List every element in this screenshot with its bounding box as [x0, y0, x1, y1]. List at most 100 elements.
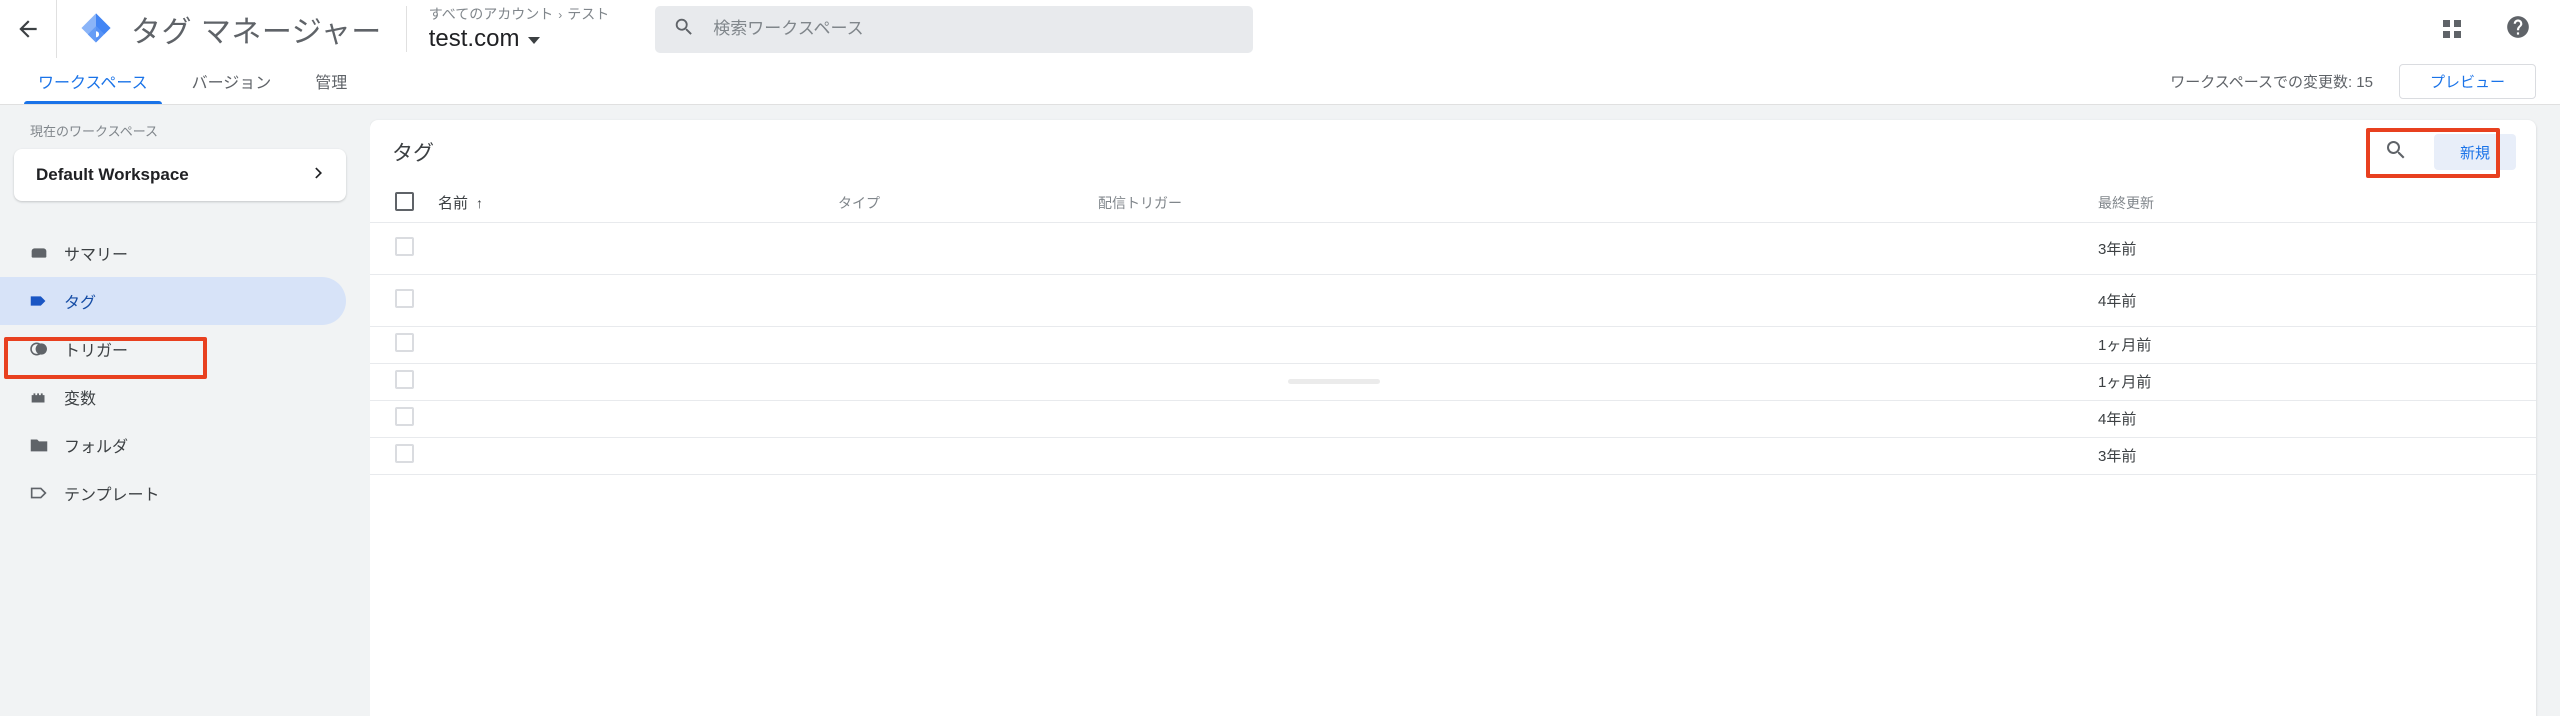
column-header-type-label: タイプ — [838, 194, 880, 211]
row-select-cell — [370, 400, 438, 437]
table-row[interactable]: 4年前 — [370, 400, 2536, 437]
cell-updated: 1ヶ月前 — [2098, 374, 2152, 391]
sidebar-item-label: トリガー — [64, 343, 129, 360]
help-circle-icon — [2505, 14, 2531, 45]
row-checkbox[interactable] — [395, 444, 414, 463]
sidebar-nav: サマリー タグ トリガー 変数 フォルダ テンプレート — [0, 229, 370, 517]
row-checkbox[interactable] — [395, 288, 414, 308]
summary-icon — [28, 242, 64, 264]
cell-trigger — [1098, 437, 2098, 474]
cell-type — [838, 326, 1098, 363]
page-body: 現在のワークスペース Default Workspace サマリー タグ トリガ… — [0, 105, 2560, 716]
preview-button[interactable]: プレビュー — [2398, 63, 2536, 99]
sidebar-item-label: 変数 — [64, 391, 97, 408]
cell-trigger — [1098, 326, 2098, 363]
cell-type — [838, 222, 1098, 274]
row-select-cell — [370, 274, 438, 326]
tag-manager-logo — [79, 12, 113, 46]
panel-header: タグ 新規 — [370, 120, 2536, 184]
cell-updated: 3年前 — [2098, 240, 2137, 258]
table-body: 3年前 4年前 1ヶ月前 1ヶ月前 4年前 3年前 — [370, 222, 2536, 474]
workspace-selector-card[interactable]: Default Workspace — [14, 149, 346, 201]
cell-trigger — [1098, 400, 2098, 437]
main-content: タグ 新規 名前 ↑ タイプ 配信トリガー 最終更新 3年前 4年前 1ヶ月前 … — [370, 105, 2560, 716]
tab-workspace-label: ワークスペース — [38, 75, 148, 92]
new-button[interactable]: 新規 — [2433, 134, 2516, 170]
column-header-trigger[interactable]: 配信トリガー — [1098, 184, 2098, 223]
row-select-cell — [370, 437, 438, 474]
table-row[interactable]: 1ヶ月前 — [370, 363, 2536, 400]
topbar-actions — [2432, 9, 2560, 49]
column-header-type[interactable]: タイプ — [838, 184, 1098, 223]
app-title: タグ マネージャー — [131, 16, 382, 49]
global-search[interactable] — [655, 5, 1254, 53]
tab-list: ワークスペース バージョン 管理 — [0, 58, 369, 104]
folder-icon — [28, 434, 64, 456]
sidebar: 現在のワークスペース Default Workspace サマリー タグ トリガ… — [0, 105, 370, 716]
account-name-text: test.com — [428, 24, 520, 52]
sidebar-item-summary[interactable]: サマリー — [0, 229, 370, 277]
select-all-cell — [370, 184, 438, 223]
tab-workspace[interactable]: ワークスペース — [16, 58, 170, 104]
sidebar-item-variable[interactable]: 変数 — [0, 373, 370, 421]
table-row[interactable]: 3年前 — [370, 222, 2536, 274]
tabbar-actions: ワークスペースでの変更数: 15 プレビュー — [2170, 58, 2560, 104]
help-button[interactable] — [2498, 9, 2538, 49]
account-selector[interactable]: すべてのアカウント › テスト test.com — [407, 0, 609, 58]
table-header-row: 名前 ↑ タイプ 配信トリガー 最終更新 — [370, 184, 2536, 223]
tab-admin[interactable]: 管理 — [293, 58, 369, 104]
column-header-updated-label: 最終更新 — [2098, 194, 2154, 211]
sidebar-item-label: タグ — [64, 295, 97, 312]
column-header-name[interactable]: 名前 ↑ — [438, 184, 838, 223]
column-header-updated[interactable]: 最終更新 — [2098, 184, 2536, 223]
select-all-checkbox[interactable] — [395, 191, 414, 211]
template-icon — [28, 482, 64, 504]
sidebar-item-template[interactable]: テンプレート — [0, 469, 370, 517]
row-checkbox[interactable] — [395, 370, 414, 389]
cell-name — [438, 326, 838, 363]
cell-name — [438, 274, 838, 326]
apps-button[interactable] — [2432, 9, 2472, 49]
table-header: 名前 ↑ タイプ 配信トリガー 最終更新 — [370, 184, 2536, 223]
current-workspace-label: 現在のワークスペース — [30, 124, 159, 139]
row-checkbox[interactable] — [395, 333, 414, 352]
back-button[interactable] — [0, 0, 56, 58]
tags-table: 名前 ↑ タイプ 配信トリガー 最終更新 3年前 4年前 1ヶ月前 1ヶ月前 4… — [370, 184, 2536, 475]
tab-versions[interactable]: バージョン — [170, 58, 294, 104]
cell-updated: 4年前 — [2098, 292, 2137, 310]
sidebar-item-label: テンプレート — [64, 487, 160, 504]
table-row[interactable]: 1ヶ月前 — [370, 326, 2536, 363]
row-select-cell — [370, 222, 438, 274]
search-input[interactable] — [713, 19, 1236, 39]
tab-admin-label: 管理 — [315, 75, 348, 92]
table-row[interactable]: 4年前 — [370, 274, 2536, 326]
table-row[interactable]: 3年前 — [370, 437, 2536, 474]
sidebar-item-label: サマリー — [64, 247, 129, 264]
top-app-bar: タグ マネージャー すべてのアカウント › テスト test.com — [0, 0, 2560, 58]
cell-name — [438, 437, 838, 474]
cell-type — [838, 274, 1098, 326]
search-icon — [673, 16, 695, 43]
sidebar-item-folder[interactable]: フォルダ — [0, 421, 370, 469]
search-icon[interactable] — [2384, 138, 2408, 167]
cell-updated: 3年前 — [2098, 448, 2137, 465]
row-placeholder-bar — [1288, 379, 1380, 384]
workspace-name: Default Workspace — [36, 165, 189, 184]
cell-trigger — [1098, 363, 2098, 400]
row-checkbox[interactable] — [395, 407, 414, 426]
cell-trigger — [1098, 274, 2098, 326]
tag-icon — [28, 290, 64, 312]
cell-type — [838, 400, 1098, 437]
sort-ascending-icon: ↑ — [476, 194, 484, 211]
sidebar-item-trigger[interactable]: トリガー — [0, 325, 370, 373]
cell-updated: 1ヶ月前 — [2098, 337, 2152, 354]
tab-versions-label: バージョン — [191, 75, 272, 92]
account-name[interactable]: test.com — [429, 24, 609, 54]
grid-apps-icon — [2443, 20, 2461, 38]
row-checkbox[interactable] — [395, 236, 414, 256]
sidebar-item-tag[interactable]: タグ — [0, 277, 346, 325]
chevron-right-icon — [310, 164, 328, 186]
workspace-changes-count: ワークスペースでの変更数: 15 — [2170, 73, 2373, 91]
column-header-name-label: 名前 — [438, 195, 469, 213]
tags-panel: タグ 新規 名前 ↑ タイプ 配信トリガー 最終更新 3年前 4年前 1ヶ月前 … — [370, 120, 2536, 716]
